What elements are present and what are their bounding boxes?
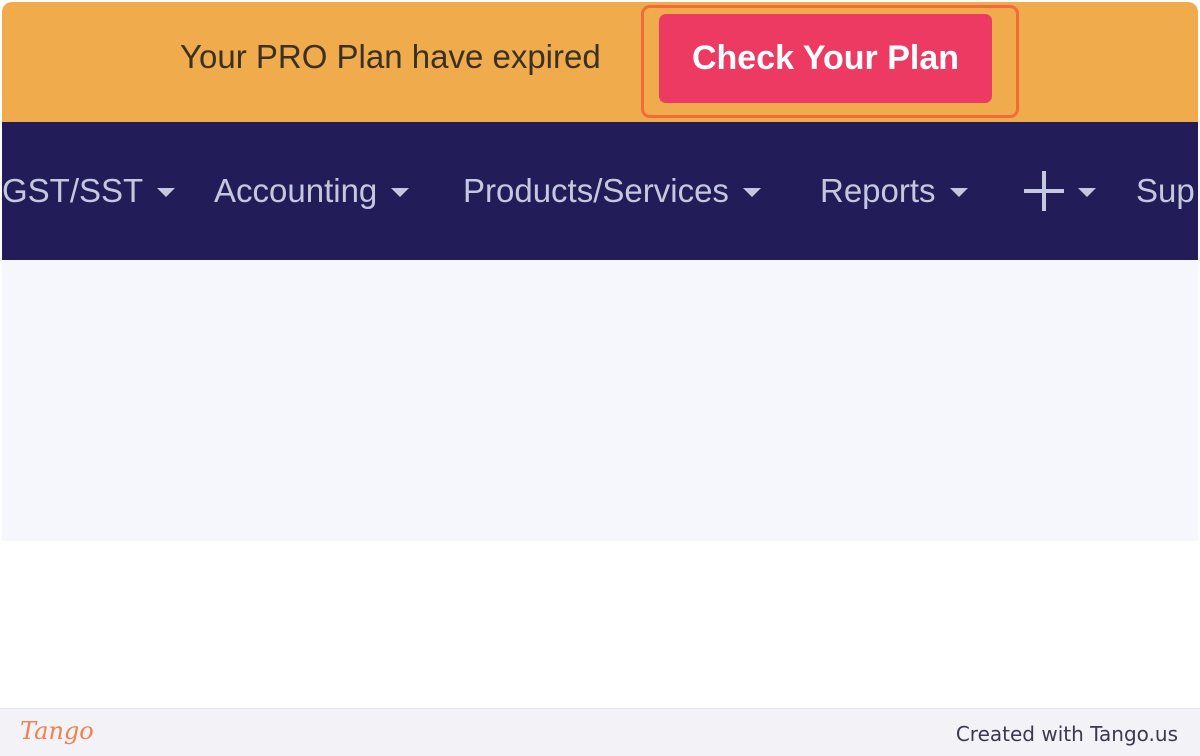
tango-footer: Tango Created with Tango.us xyxy=(0,708,1200,756)
check-your-plan-button[interactable]: Check Your Plan xyxy=(659,14,992,103)
nav-item-support[interactable]: Sup xyxy=(1136,169,1195,213)
nav-item-label: Products/Services xyxy=(463,172,729,209)
caret-down-icon xyxy=(949,187,968,197)
tango-logo: Tango xyxy=(20,717,94,745)
caret-down-icon xyxy=(157,187,176,197)
main-navbar: GST/SST Accounting Products/Services Rep… xyxy=(2,122,1198,260)
content-area xyxy=(2,260,1198,541)
nav-item-products-services[interactable]: Products/Services xyxy=(463,169,761,213)
caret-down-icon xyxy=(742,187,761,197)
plan-expired-banner: Your PRO Plan have expired Check Your Pl… xyxy=(2,2,1198,122)
banner-message: Your PRO Plan have expired xyxy=(180,38,601,75)
nav-item-reports[interactable]: Reports xyxy=(820,169,968,213)
nav-item-label: GST/SST xyxy=(2,172,144,209)
app-frame: Your PRO Plan have expired Check Your Pl… xyxy=(2,2,1198,708)
plus-icon xyxy=(1024,171,1064,211)
nav-item-label: Reports xyxy=(820,172,936,209)
footer-credit: Created with Tango.us xyxy=(955,722,1178,746)
caret-down-icon xyxy=(1078,187,1096,197)
caret-down-icon xyxy=(391,187,410,197)
nav-item-gst-sst[interactable]: GST/SST xyxy=(2,169,176,213)
nav-item-accounting[interactable]: Accounting xyxy=(214,169,410,213)
nav-item-label: Accounting xyxy=(214,172,378,209)
nav-item-label: Sup xyxy=(1136,172,1195,209)
nav-item-add-new[interactable] xyxy=(1024,169,1096,213)
